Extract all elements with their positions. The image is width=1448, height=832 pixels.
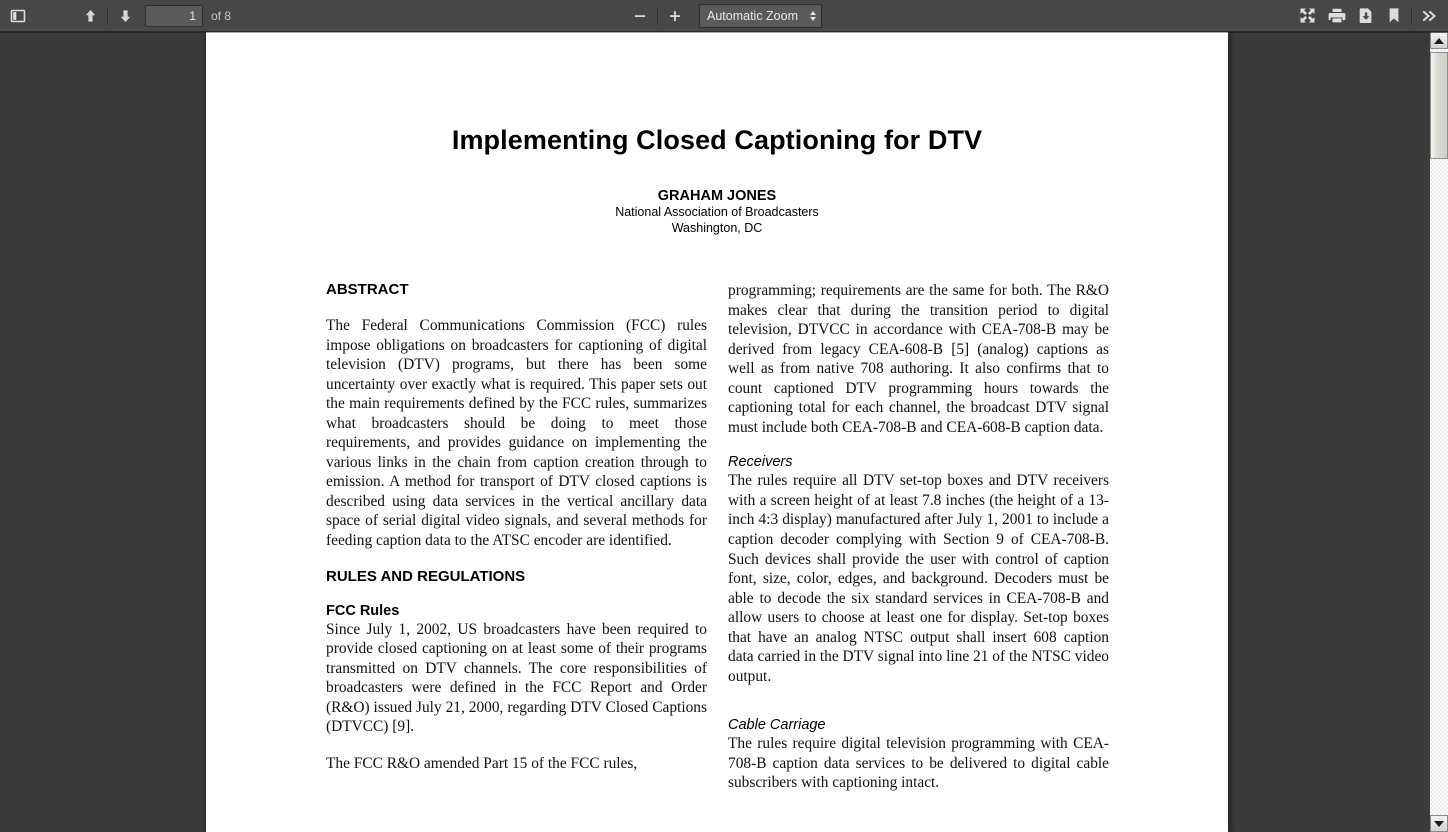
left-column: ABSTRACT The Federal Communications Comm… xyxy=(326,281,707,793)
continuation-paragraph: programming; requirements are the same f… xyxy=(728,282,1109,436)
printer-icon[interactable] xyxy=(1322,3,1352,29)
scroll-up-arrow-icon[interactable] xyxy=(1430,32,1448,49)
page-title: Implementing Closed Captioning for DTV xyxy=(451,125,983,155)
arrow-up-icon[interactable] xyxy=(76,3,104,29)
toolbar-left-group: of 8 xyxy=(0,3,231,29)
download-icon[interactable] xyxy=(1352,3,1380,29)
toolbar-separator-1 xyxy=(107,6,108,25)
subsection-heading-fcc-rules: FCC Rules xyxy=(326,602,400,619)
vertical-scrollbar[interactable] xyxy=(1430,32,1448,832)
toolbar-separator-2 xyxy=(657,6,658,25)
arrow-down-icon[interactable] xyxy=(111,3,139,29)
zoom-select-wrapper: Automatic ZoomActual SizePage FitPage Wi… xyxy=(699,3,822,28)
toolbar-separator-3 xyxy=(1411,6,1412,25)
minus-icon[interactable] xyxy=(626,3,654,29)
toolbar-center-group: Automatic ZoomActual SizePage FitPage Wi… xyxy=(626,3,822,29)
author-name: GRAHAM JONES xyxy=(657,188,777,204)
abstract-paragraph: The Federal Communications Commission (F… xyxy=(326,317,707,550)
pdf-page-content: Implementing Closed Captioning for DTV G… xyxy=(206,32,1228,793)
affiliation-line-2: Washington, DC xyxy=(671,221,763,235)
scroll-down-arrow-icon[interactable] xyxy=(1430,815,1448,832)
pdf-viewer-area[interactable]: Implementing Closed Captioning for DTV G… xyxy=(0,32,1430,832)
subsection-heading-receivers: Receivers xyxy=(728,454,793,471)
plus-icon[interactable] xyxy=(661,3,689,29)
section-heading-abstract: ABSTRACT xyxy=(326,281,409,298)
cable-carriage-paragraph: The rules require digital television pro… xyxy=(728,735,1109,792)
vertical-scroll-thumb[interactable] xyxy=(1430,52,1448,159)
sidebar-panel-icon[interactable] xyxy=(4,3,32,29)
pdf-toolbar: of 8 Automatic ZoomActual SizePage FitPa… xyxy=(0,0,1448,32)
receivers-paragraph: The rules require all DTV set-top boxes … xyxy=(728,472,1109,685)
section-heading-rules: RULES AND REGULATIONS xyxy=(326,567,526,585)
page-navigation-group: of 8 xyxy=(145,4,232,27)
subsection-heading-cable-carriage: Cable Carriage xyxy=(728,717,826,734)
page-count-label: of 8 xyxy=(211,8,232,23)
pdf-page-1: Implementing Closed Captioning for DTV G… xyxy=(206,32,1228,832)
fullscreen-icon[interactable] xyxy=(1293,3,1322,29)
right-column: programming; requirements are the same f… xyxy=(728,281,1109,793)
affiliation-line-1: National Association of Broadcasters xyxy=(615,205,819,219)
toolbar-right-group xyxy=(1293,3,1444,29)
two-column-body: ABSTRACT The Federal Communications Comm… xyxy=(206,281,1228,793)
zoom-level-select[interactable]: Automatic ZoomActual SizePage FitPage Wi… xyxy=(699,3,822,28)
scrollbar-track[interactable] xyxy=(1430,49,1448,815)
fcc-rules-paragraph-2: The FCC R&O amended Part 15 of the FCC r… xyxy=(326,754,638,772)
fcc-rules-paragraph: Since July 1, 2002, US broadcasters have… xyxy=(326,620,707,736)
page-number-input[interactable] xyxy=(145,4,203,27)
double-chevron-right-icon[interactable] xyxy=(1415,3,1444,29)
bookmark-icon[interactable] xyxy=(1380,3,1408,29)
